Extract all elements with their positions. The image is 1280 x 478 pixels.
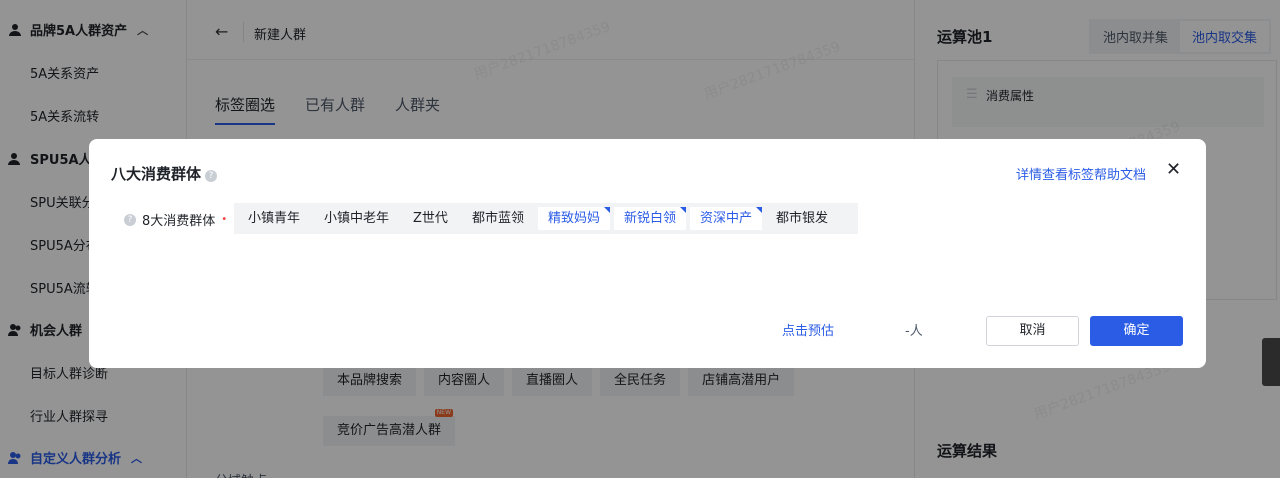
option-small-town-elder[interactable]: 小镇中老年 (314, 207, 399, 230)
filter-label-text: 8大消费群体 (142, 214, 216, 229)
close-icon[interactable]: ✕ (1166, 159, 1181, 181)
confirm-button[interactable]: 确定 (1090, 316, 1183, 346)
option-refined-mom[interactable]: 精致妈妈 (537, 207, 610, 230)
option-small-town-youth[interactable]: 小镇青年 (238, 207, 310, 230)
consumer-group-options: 小镇青年 小镇中老年 Z世代 都市蓝领 精致妈妈 新锐白领 资深中产 都市银发 (234, 203, 858, 234)
option-senior-middle-class[interactable]: 资深中产 (689, 207, 763, 230)
option-urban-blue-collar[interactable]: 都市蓝领 (462, 207, 534, 230)
estimate-link[interactable]: 点击预估 (782, 320, 834, 339)
filter-label: ? 8大消费群体 • (124, 210, 227, 229)
cancel-button[interactable]: 取消 (986, 316, 1079, 346)
option-gen-z[interactable]: Z世代 (403, 207, 458, 230)
dialog-title: 八大消费群体? (111, 163, 218, 184)
option-new-white-collar[interactable]: 新锐白领 (613, 207, 686, 230)
audience-count: -人 (905, 324, 923, 339)
help-doc-link[interactable]: 详情查看标签帮助文档 (1016, 164, 1146, 183)
help-icon[interactable]: ? (205, 170, 218, 182)
tag-dialog: 八大消费群体? 详情查看标签帮助文档 ✕ ? 8大消费群体 • 小镇青年 小镇中… (89, 139, 1206, 368)
option-urban-silver[interactable]: 都市银发 (766, 207, 838, 230)
help-icon[interactable]: ? (124, 213, 136, 226)
required-mark: • (221, 214, 228, 225)
dialog-title-text: 八大消费群体 (111, 165, 202, 183)
